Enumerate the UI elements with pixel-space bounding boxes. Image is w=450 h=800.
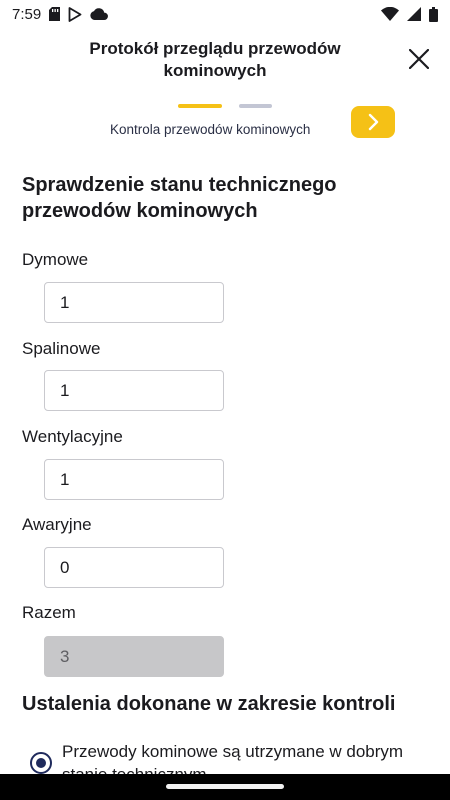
field-label-razem: Razem bbox=[22, 603, 76, 622]
status-left: 7:59 bbox=[12, 5, 109, 23]
dymowe-input[interactable] bbox=[44, 282, 224, 323]
home-indicator[interactable] bbox=[166, 784, 284, 789]
signal-icon bbox=[407, 7, 421, 21]
step-indicator-active bbox=[178, 104, 222, 108]
chevron-right-icon bbox=[368, 113, 379, 131]
spalinowe-input[interactable] bbox=[44, 370, 224, 411]
sd-card-icon bbox=[49, 7, 61, 21]
step-label: Kontrola przewodów kominowych bbox=[110, 122, 311, 137]
play-protect-icon bbox=[68, 6, 82, 22]
cloud-icon bbox=[90, 8, 109, 20]
page-title: Protokół przeglądu przewodów kominowych bbox=[89, 39, 341, 80]
field-label-awaryjne: Awaryjne bbox=[22, 515, 92, 534]
step-indicator-inactive bbox=[239, 104, 272, 108]
next-step-button[interactable] bbox=[351, 106, 395, 138]
battery-icon bbox=[429, 6, 438, 22]
section-title-findings: Ustalenia dokonane w zakresie kontroli bbox=[22, 693, 396, 715]
radio-selected[interactable] bbox=[30, 752, 52, 774]
field-label-spalinowe: Spalinowe bbox=[22, 339, 101, 358]
razem-input bbox=[44, 636, 224, 677]
close-button[interactable] bbox=[404, 44, 434, 74]
close-icon bbox=[409, 49, 429, 69]
awaryjne-input[interactable] bbox=[44, 547, 224, 588]
section-title-technical-condition: Sprawdzenie stanu technicznego przewodów… bbox=[22, 174, 337, 222]
status-right bbox=[381, 6, 438, 22]
wifi-icon bbox=[381, 7, 399, 21]
wentylacyjne-input[interactable] bbox=[44, 459, 224, 500]
status-bar: 7:59 bbox=[0, 0, 450, 28]
field-label-dymowe: Dymowe bbox=[22, 250, 89, 269]
status-time: 7:59 bbox=[12, 5, 42, 23]
navigation-bar bbox=[0, 774, 450, 800]
field-label-wentylacyjne: Wentylacyjne bbox=[22, 427, 123, 446]
